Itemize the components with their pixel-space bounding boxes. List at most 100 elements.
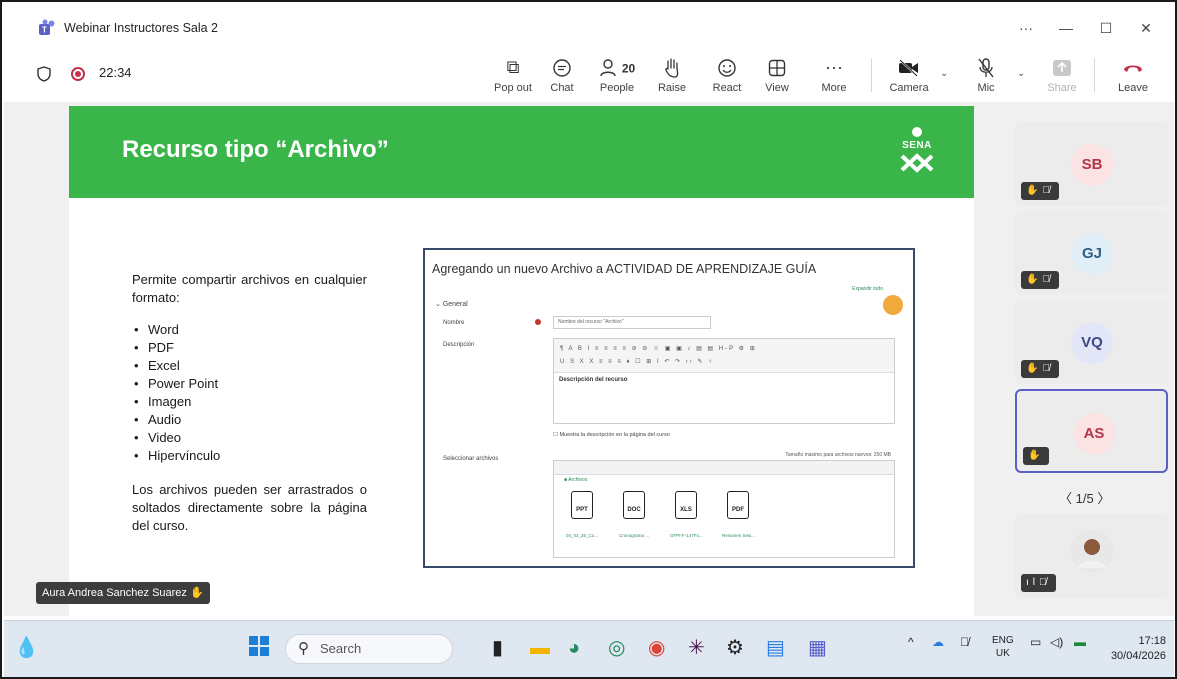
participant-tile[interactable]: ıl🎙̸ xyxy=(1015,514,1168,598)
raised-hand-icon: ✋ xyxy=(1028,450,1045,461)
minimize-icon[interactable]: — xyxy=(1046,20,1086,36)
slide-intro: Permite compartir archivos en cualquier … xyxy=(132,272,367,305)
list-item: Hipervínculo xyxy=(132,447,367,465)
people-icon: 20 xyxy=(592,54,642,80)
start-button[interactable] xyxy=(248,635,270,664)
moodle-name-label: Nombre xyxy=(443,320,465,326)
shield-icon[interactable] xyxy=(37,66,51,82)
teams-logo-icon: T xyxy=(39,19,55,35)
slide-title: Recurso tipo “Archivo” xyxy=(122,136,389,163)
camera-options-chevron-icon[interactable]: ⌄ xyxy=(940,68,948,79)
mic-button[interactable]: Mic xyxy=(961,54,1011,94)
signal-icon: ıl xyxy=(1026,577,1039,588)
pager-next-icon[interactable]: 〉 xyxy=(1097,491,1110,506)
file-explorer-icon[interactable]: ▬ xyxy=(530,635,550,661)
volume-icon[interactable]: ◁) xyxy=(1050,635,1063,649)
show-desc-label: Muestra la descripción en la página del … xyxy=(559,432,670,438)
sena-logo-icon xyxy=(900,127,934,173)
presentation-slide: Recurso tipo “Archivo” SENA Permite comp… xyxy=(69,106,974,616)
chat-button[interactable]: Chat xyxy=(537,54,587,94)
pdf-file-icon: PDF xyxy=(727,491,749,519)
teams-taskbar-icon[interactable]: ▦ xyxy=(808,635,827,661)
participant-tile-active[interactable]: AS ✋ xyxy=(1015,389,1168,473)
task-view-icon[interactable]: ▮ xyxy=(492,635,503,661)
editor-toolbar: ¶ A B I ≡ ≡ ≡ ≡ ⊘ ⊘ ☺ ▣ ▣ ♪ ▤ ▤ H-P ⚙ ⊞ U… xyxy=(554,339,894,373)
onedrive-icon[interactable]: ☁ xyxy=(932,635,944,649)
format-list: Word PDF Excel Power Point Imagen Audio … xyxy=(132,321,367,465)
pop-out-button[interactable]: ⧉ Pop out xyxy=(488,54,538,94)
weather-widget-icon[interactable]: 💧 xyxy=(14,635,39,661)
participant-status: ıl🎙̸ xyxy=(1021,574,1056,592)
taskbar-search[interactable]: Search xyxy=(285,634,453,664)
slide-outro: Los archivos pueden ser arrastrados o so… xyxy=(132,482,367,533)
pop-out-icon: ⧉ xyxy=(506,57,520,77)
battery-icon[interactable]: ▬ xyxy=(1074,635,1086,649)
react-button[interactable]: React xyxy=(702,54,752,94)
svg-text:T: T xyxy=(42,26,47,35)
moodle-section-general: ⌄ General xyxy=(435,301,468,308)
mic-label: Mic xyxy=(977,82,995,94)
view-button[interactable]: View xyxy=(752,54,802,94)
raised-hand-icon: ✋ xyxy=(190,587,204,599)
mic-muted-tray-icon[interactable]: 🎙̸ xyxy=(960,635,969,649)
share-icon xyxy=(1037,54,1087,80)
lang-code: ENG xyxy=(992,635,1014,646)
moodle-max-size: Tamaño máximo para archivos nuevos: 250 … xyxy=(785,452,891,458)
participant-status: ✋🎙̸ xyxy=(1021,182,1059,200)
chrome-icon[interactable]: ◉ xyxy=(648,635,665,661)
mic-off-icon: 🎙̸ xyxy=(1039,577,1051,588)
raise-hand-button[interactable]: Raise xyxy=(647,54,697,94)
more-options-icon[interactable]: ··· xyxy=(1006,20,1046,36)
network-icon[interactable]: ▭ xyxy=(1030,635,1041,649)
pager-label: 1/5 xyxy=(1075,491,1094,506)
list-item: Video xyxy=(132,429,367,447)
editor-content: Descripción del recurso xyxy=(559,377,628,383)
doc-file-icon: DOC xyxy=(623,491,645,519)
list-item: Audio xyxy=(132,411,367,429)
toolbar-separator xyxy=(871,58,872,92)
file-picker-breadcrumb: ■ Archivos xyxy=(564,477,588,483)
moodle-heading: Agregando un nuevo Archivo a ACTIVIDAD D… xyxy=(432,262,817,276)
file-item: DOC Cronograma ... xyxy=(618,491,650,538)
react-label: React xyxy=(712,82,742,94)
pager-prev-icon[interactable]: 〈 xyxy=(1059,491,1072,506)
windows-taskbar: 💧 Search ▮ ▬ ◕ ◎ ◉ ✳ ⚙ ▤ ▦ ^ ☁ 🎙̸ ENG UK… xyxy=(4,620,1174,677)
maximize-icon[interactable]: ☐ xyxy=(1086,20,1126,37)
language-indicator[interactable]: ENG UK xyxy=(992,634,1014,660)
camera-button[interactable]: Camera xyxy=(884,54,934,94)
lang-region: UK xyxy=(995,648,1010,659)
tray-overflow-icon[interactable]: ^ xyxy=(908,635,914,649)
close-icon[interactable]: ✕ xyxy=(1126,20,1166,37)
chatgpt-icon[interactable]: ⚙ xyxy=(726,635,744,661)
tile-pager[interactable]: 〈 1/5 〉 xyxy=(1059,488,1110,507)
moodle-desc-label: Descripción xyxy=(443,342,475,348)
more-button[interactable]: ··· More xyxy=(809,54,859,94)
outlook-icon[interactable]: ▤ xyxy=(766,635,785,661)
participant-tile[interactable]: VQ ✋🎙̸ xyxy=(1015,300,1168,384)
mic-off-icon: 🎙̸ xyxy=(1042,363,1054,374)
more-icon: ··· xyxy=(825,57,843,77)
leave-button[interactable]: Leave xyxy=(1108,54,1158,94)
file-name: Resumen Sesi... xyxy=(722,533,756,538)
moodle-show-desc: ☐ Muestra la descripción en la página de… xyxy=(553,432,670,438)
file-name: 04_03_26_Co... xyxy=(566,533,599,538)
teams-window: T Webinar Instructores Sala 2 ··· — ☐ ✕ … xyxy=(0,0,1177,679)
share-button[interactable]: Share xyxy=(1037,54,1087,94)
list-item: Excel xyxy=(132,357,367,375)
list-item: Word xyxy=(132,321,367,339)
avatar: AS xyxy=(1073,413,1115,455)
system-clock[interactable]: 17:18 30/04/2026 xyxy=(1106,634,1166,664)
camera-off-icon xyxy=(884,54,934,80)
slack-icon[interactable]: ✳ xyxy=(688,635,705,661)
participant-tile[interactable]: SB ✋🎙̸ xyxy=(1015,122,1168,206)
whatsapp-icon[interactable]: ◎ xyxy=(608,635,625,661)
file-list: PPT 04_03_26_Co... DOC Cronograma ... XL… xyxy=(566,491,756,538)
folder-label: Archivos xyxy=(568,477,588,483)
edge-icon[interactable]: ◕ xyxy=(568,635,580,661)
windows-icon xyxy=(249,636,269,656)
mic-options-chevron-icon[interactable]: ⌄ xyxy=(1017,68,1025,79)
shared-content-stage: Recurso tipo “Archivo” SENA Permite comp… xyxy=(4,102,1174,616)
moodle-files-label: Seleccionar archivos xyxy=(443,456,499,462)
people-button[interactable]: 20 People xyxy=(592,54,642,94)
participant-tile[interactable]: GJ ✋🎙̸ xyxy=(1015,211,1168,295)
